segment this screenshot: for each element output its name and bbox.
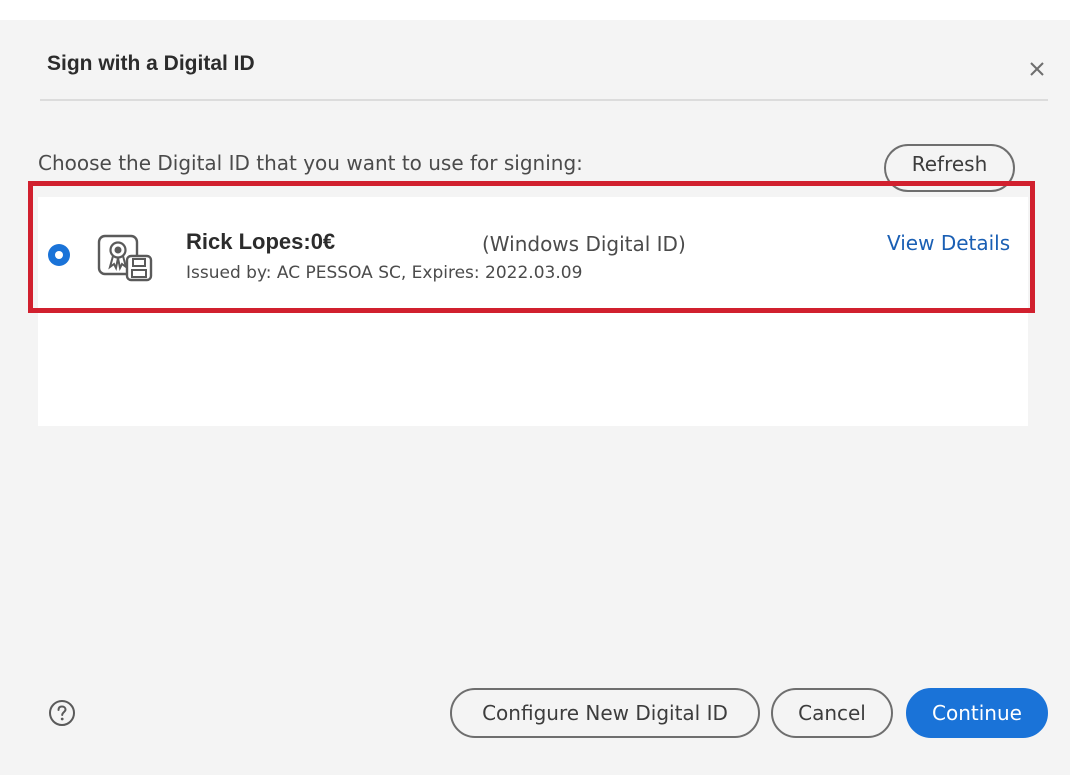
continue-button[interactable]: Continue	[906, 688, 1048, 738]
digital-id-name: Rick Lopes:0€	[186, 229, 336, 254]
digital-id-issuer: Issued by: AC PESSOA SC, Expires: 2022.0…	[186, 263, 583, 283]
view-details-link[interactable]: View Details	[887, 231, 1010, 255]
digital-id-radio[interactable]	[48, 244, 70, 266]
title-divider	[40, 99, 1048, 101]
configure-new-digital-id-button[interactable]: Configure New Digital ID	[450, 688, 760, 738]
close-icon[interactable]	[1024, 56, 1050, 82]
digital-id-type: (Windows Digital ID)	[482, 232, 686, 256]
certificate-icon	[97, 234, 153, 282]
top-margin	[0, 0, 1070, 20]
choose-id-prompt: Choose the Digital ID that you want to u…	[38, 151, 583, 175]
cancel-button[interactable]: Cancel	[771, 688, 893, 738]
help-icon[interactable]	[48, 699, 76, 727]
sign-digital-id-dialog: Sign with a Digital ID Choose the Digita…	[0, 0, 1070, 775]
refresh-button[interactable]: Refresh	[884, 144, 1015, 192]
dialog-title: Sign with a Digital ID	[47, 52, 255, 75]
